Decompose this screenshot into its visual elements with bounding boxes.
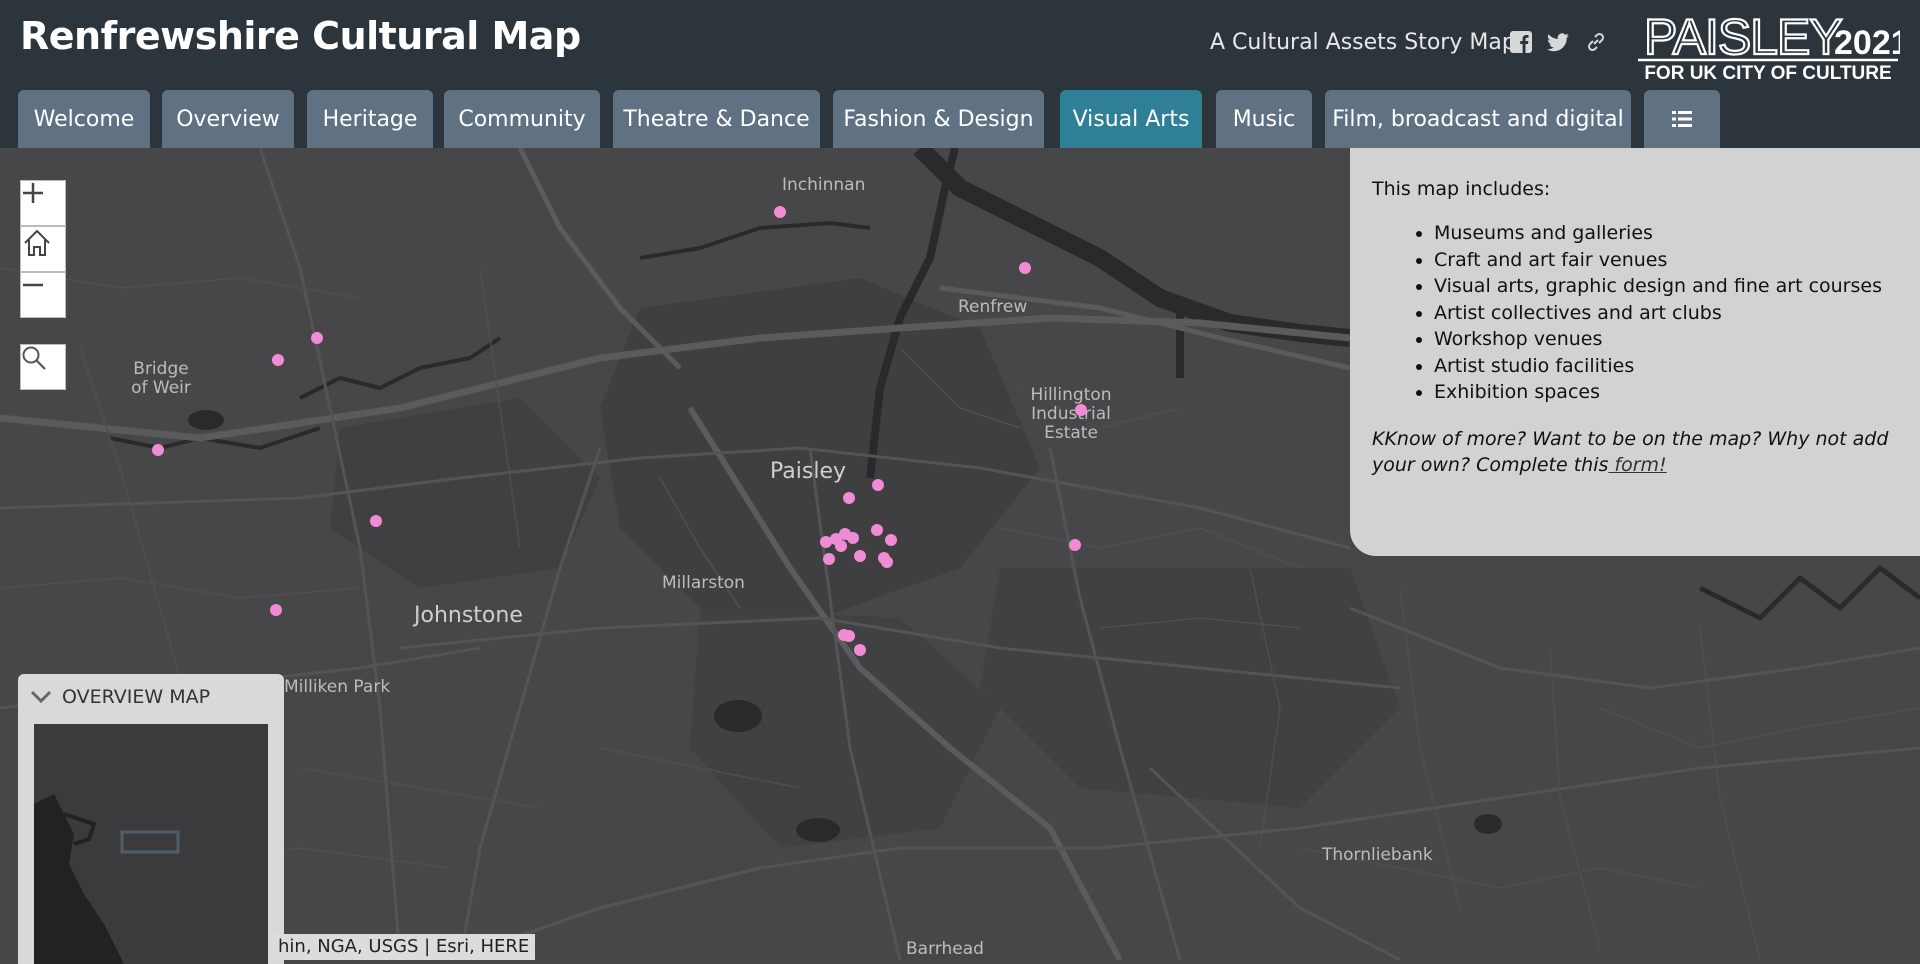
list-item: Workshop venues: [1434, 326, 1890, 353]
home-button[interactable]: [20, 226, 66, 272]
list-item: Artist studio facilities: [1434, 353, 1890, 380]
map-marker[interactable]: [835, 540, 847, 552]
app-header: Renfrewshire Cultural Map A Cultural Ass…: [0, 0, 1920, 148]
home-icon: [24, 229, 50, 256]
page-subtitle: A Cultural Assets Story Map: [1210, 30, 1516, 55]
list-item: Museums and galleries: [1434, 220, 1890, 247]
map-marker[interactable]: [871, 524, 883, 536]
list-item: Exhibition spaces: [1434, 379, 1890, 406]
tab-welcome[interactable]: Welcome: [18, 90, 150, 148]
map-marker[interactable]: [272, 354, 284, 366]
tab-theatre-dance[interactable]: Theatre & Dance: [613, 90, 820, 148]
twitter-icon[interactable]: [1546, 30, 1570, 54]
list-item: Visual arts, graphic design and fine art…: [1434, 273, 1890, 300]
logo-wordmark: PAISLEY: [1644, 9, 1842, 65]
form-link[interactable]: form!: [1608, 454, 1666, 476]
map-marker[interactable]: [1069, 539, 1081, 551]
zoom-out-icon: [23, 283, 43, 287]
map-marker[interactable]: [881, 556, 893, 568]
list-item: Craft and art fair venues: [1434, 247, 1890, 274]
map-marker[interactable]: [270, 604, 282, 616]
map-marker[interactable]: [370, 515, 382, 527]
map-marker[interactable]: [872, 479, 884, 491]
map-marker[interactable]: [311, 332, 323, 344]
map-marker[interactable]: [774, 206, 786, 218]
logo-tagline: FOR UK CITY OF CULTURE: [1644, 63, 1891, 84]
paisley-2021-logo[interactable]: PAISLEY 2021 FOR UK CITY OF CULTURE: [1636, 0, 1900, 84]
map-marker[interactable]: [847, 532, 859, 544]
map-marker[interactable]: [1075, 404, 1087, 416]
map-marker[interactable]: [885, 534, 897, 546]
panel-intro: This map includes:: [1372, 178, 1551, 200]
logo-year: 2021: [1834, 24, 1900, 62]
map-marker[interactable]: [843, 630, 855, 642]
overview-map-title: OVERVIEW MAP: [62, 686, 211, 708]
tab-visual-arts[interactable]: Visual Arts: [1060, 90, 1202, 148]
tab-community[interactable]: Community: [444, 90, 600, 148]
facebook-icon[interactable]: [1509, 30, 1533, 54]
map-marker[interactable]: [823, 553, 835, 565]
tab-heritage[interactable]: Heritage: [307, 90, 433, 148]
list-icon: [1672, 111, 1692, 127]
zoom-out-button[interactable]: [20, 272, 66, 318]
map-marker[interactable]: [843, 492, 855, 504]
chevron-down-icon: [30, 690, 52, 704]
call-to-action: KKnow of more? Want to be on the map? Wh…: [1372, 426, 1890, 478]
overview-map-toggle[interactable]: OVERVIEW MAP: [30, 686, 210, 708]
map-marker[interactable]: [854, 550, 866, 562]
category-list: Museums and galleries Craft and art fair…: [1372, 220, 1890, 406]
map-marker[interactable]: [854, 644, 866, 656]
legend-info-panel: This map includes: Museums and galleries…: [1350, 148, 1920, 556]
list-item: Artist collectives and art clubs: [1434, 300, 1890, 327]
zoom-in-icon: [23, 183, 43, 203]
overview-map-canvas[interactable]: [34, 724, 268, 964]
search-button[interactable]: [20, 344, 66, 390]
tab-overview[interactable]: Overview: [162, 90, 294, 148]
tab-fashion-design[interactable]: Fashion & Design: [833, 90, 1044, 148]
page-title: Renfrewshire Cultural Map: [20, 14, 581, 58]
overview-extent-box[interactable]: [120, 830, 180, 854]
overview-map-widget: OVERVIEW MAP: [18, 674, 284, 964]
search-icon: [22, 346, 46, 370]
link-icon[interactable]: [1584, 30, 1608, 54]
map-marker[interactable]: [1019, 262, 1031, 274]
tab-music[interactable]: Music: [1216, 90, 1312, 148]
tab-list-menu[interactable]: [1644, 90, 1720, 148]
zoom-in-button[interactable]: [20, 180, 66, 226]
map-attribution: hin, NGA, USGS | Esri, HERE: [272, 934, 536, 960]
tab-film-broadcast-digital[interactable]: Film, broadcast and digital: [1325, 90, 1631, 148]
map-marker[interactable]: [152, 444, 164, 456]
